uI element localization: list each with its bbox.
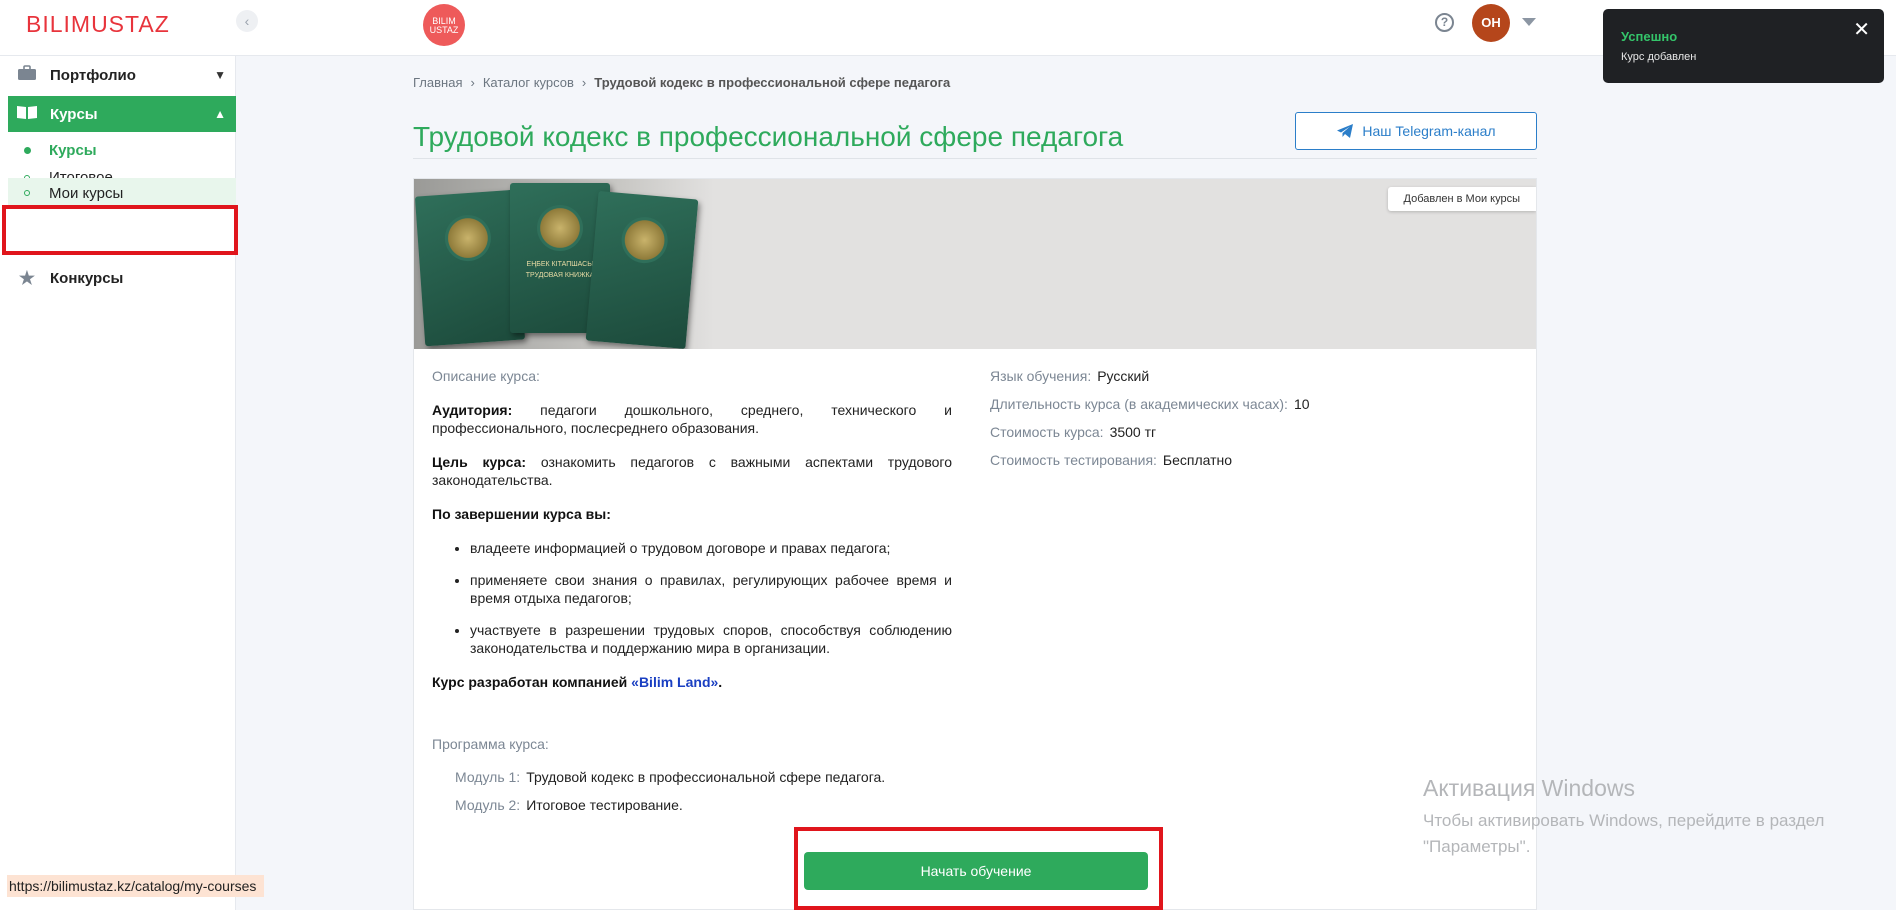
developer-prefix: Курс разработан компанией xyxy=(432,674,628,690)
telegram-icon xyxy=(1337,124,1354,138)
sidebar-item-portfolio[interactable]: Портфолио ▼ xyxy=(8,57,236,93)
chevron-down-icon[interactable] xyxy=(1522,18,1536,26)
briefcase-icon xyxy=(14,64,40,86)
page-title: Трудовой кодекс в профессиональной сфере… xyxy=(413,121,1124,152)
sidebar-item-courses[interactable]: Курсы ▲ xyxy=(8,96,236,132)
toast-title: Успешно xyxy=(1621,29,1678,44)
breadcrumb-home[interactable]: Главная xyxy=(413,75,462,90)
sidebar-item-contests[interactable]: ★ Конкурсы xyxy=(8,260,236,296)
telegram-channel-button[interactable]: Наш Telegram-канал xyxy=(1295,112,1537,150)
sidebar-subitem-label: Курсы xyxy=(49,142,97,159)
status-bar-url: https://bilimustaz.kz/catalog/my-courses xyxy=(7,875,265,897)
breadcrumb-current: Трудовой кодекс в профессиональной сфере… xyxy=(594,75,951,90)
module-row: Модуль 2: Итоговое тестирование. xyxy=(455,797,683,813)
windows-activation-line: "Параметры". xyxy=(1423,837,1531,856)
info-label: Язык обучения: xyxy=(990,368,1092,384)
sidebar-subitem-courses[interactable]: Курсы xyxy=(8,142,236,159)
info-value: 3500 тг xyxy=(1109,424,1157,440)
badge-line-2: USTAZ xyxy=(429,25,459,35)
course-banner-image: ЕҢБЕК КІТАПШАСЫ ТРУДОВАЯ КНИЖКА Добавлен… xyxy=(414,179,1536,349)
bullet-icon xyxy=(24,147,31,154)
description-heading: Описание курса: xyxy=(432,368,540,384)
sidebar-item-label: Конкурсы xyxy=(50,269,124,287)
sidebar-collapse-button[interactable]: ‹ xyxy=(236,10,258,32)
book-image-left xyxy=(414,189,526,347)
sidebar-item-label: Портфолио xyxy=(50,66,136,84)
list-item: владеете информацией о трудовом договоре… xyxy=(470,539,952,557)
user-avatar[interactable]: ОН xyxy=(1472,4,1510,42)
help-icon[interactable]: ? xyxy=(1435,13,1454,32)
course-info: Язык обучения: Русский Длительность курса… xyxy=(990,367,1310,479)
sidebar-subitem-my-courses[interactable]: Мои курсы xyxy=(8,178,236,208)
goal-label: Цель курса: xyxy=(432,454,527,470)
info-value: Бесплатно xyxy=(1162,452,1233,468)
sidebar-subitem-label: Мои курсы xyxy=(49,185,124,202)
developer-suffix: . xyxy=(718,674,723,690)
chevron-right-icon: › xyxy=(470,75,475,90)
course-description: Описание курса: Аудитория: педагоги дошк… xyxy=(432,367,952,707)
highlight-box-start-button xyxy=(794,827,1163,910)
book-image-right xyxy=(585,190,699,349)
info-duration: Длительность курса (в академических часа… xyxy=(990,395,1310,413)
goal-paragraph: Цель курса: ознакомить педагогов с важны… xyxy=(432,453,952,489)
info-price: Стоимость курса: 3500 тг xyxy=(990,423,1310,441)
close-icon[interactable]: ✕ xyxy=(1853,17,1870,42)
title-divider xyxy=(413,158,1537,159)
site-logo[interactable]: BILIMUSTAZ xyxy=(26,11,170,38)
windows-activation-title: Активация Windows xyxy=(1423,775,1635,801)
info-value: Русский xyxy=(1097,368,1150,384)
outcomes-heading-text: По завершении курса вы: xyxy=(432,506,611,522)
chevron-down-icon: ▼ xyxy=(214,68,226,82)
windows-activation-text: Чтобы активировать Windows, перейдите в … xyxy=(1423,808,1824,860)
telegram-button-label: Наш Telegram-канал xyxy=(1362,123,1496,139)
outcomes-heading: По завершении курса вы: xyxy=(432,505,952,523)
developer-paragraph: Курс разработан компанией «Bilim Land». xyxy=(432,673,952,691)
highlight-box-my-courses xyxy=(2,205,238,255)
chevron-right-icon: › xyxy=(581,75,587,90)
info-test-price: Стоимость тестирования: Бесплатно xyxy=(990,451,1310,469)
course-card: ЕҢБЕК КІТАПШАСЫ ТРУДОВАЯ КНИЖКА Добавлен… xyxy=(413,178,1537,910)
outcomes-list: владеете информацией о трудовом договоре… xyxy=(470,539,952,657)
info-label: Стоимость тестирования: xyxy=(990,452,1157,468)
audience-label: Аудитория: xyxy=(432,402,513,418)
module-label: Модуль 2: xyxy=(455,797,521,813)
info-label: Длительность курса (в академических часа… xyxy=(990,396,1288,412)
sidebar: Портфолио ▼ Курсы ▲ Курсы Итоговое тести… xyxy=(0,56,236,910)
module-title: Итоговое тестирование. xyxy=(526,797,683,813)
breadcrumb-catalog[interactable]: Каталог курсов xyxy=(483,75,574,90)
sidebar-item-label: Курсы xyxy=(50,105,98,123)
chevron-up-icon: ▲ xyxy=(214,107,226,121)
list-item: применяете свои знания о правилах, регул… xyxy=(470,571,952,607)
module-label: Модуль 1: xyxy=(455,769,521,785)
windows-activation-line: Чтобы активировать Windows, перейдите в … xyxy=(1423,811,1825,830)
bilim-land-link[interactable]: «Bilim Land» xyxy=(631,674,718,690)
star-icon: ★ xyxy=(18,267,36,288)
success-toast: Успешно Курс добавлен ✕ xyxy=(1603,9,1884,83)
module-row: Модуль 1: Трудовой кодекс в профессиональ… xyxy=(455,769,885,785)
audience-paragraph: Аудитория: педагоги дошкольного, среднег… xyxy=(432,401,952,437)
module-title: Трудовой кодекс в профессиональной сфере… xyxy=(526,769,886,785)
bullet-icon xyxy=(24,190,30,196)
info-label: Стоимость курса: xyxy=(990,424,1104,440)
toast-message: Курс добавлен xyxy=(1621,51,1697,63)
info-language: Язык обучения: Русский xyxy=(990,367,1310,385)
list-item: участвуете в разрешении трудовых споров,… xyxy=(470,621,952,657)
program-heading: Программа курса: xyxy=(432,736,549,752)
info-value: 10 xyxy=(1293,396,1310,412)
added-to-my-courses-tag: Добавлен в Мои курсы xyxy=(1387,187,1536,211)
brand-badge-icon[interactable]: BILIM USTAZ xyxy=(423,4,465,46)
book-icon xyxy=(14,104,40,125)
breadcrumb: Главная › Каталог курсов › Трудовой коде… xyxy=(413,75,950,90)
